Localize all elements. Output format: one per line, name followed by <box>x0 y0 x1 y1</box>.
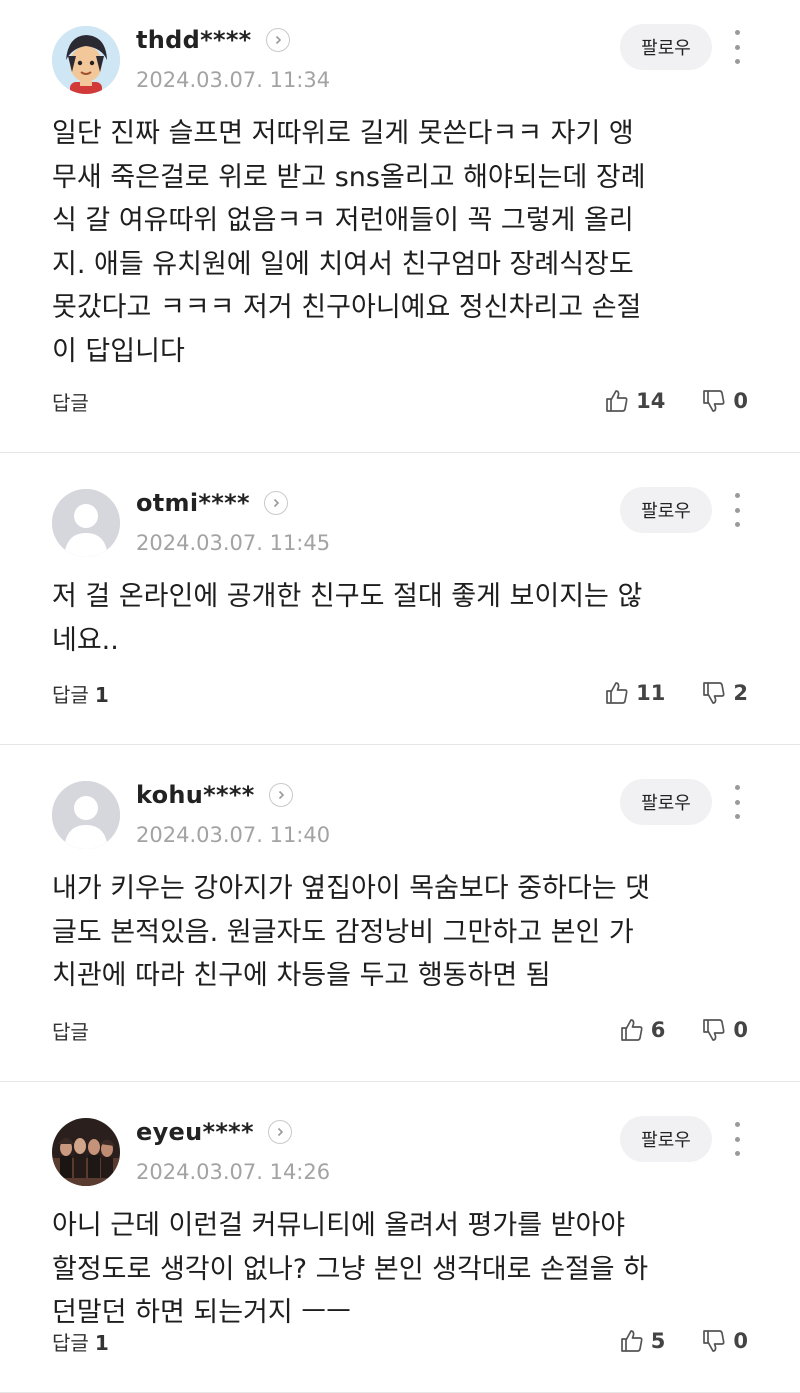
thumbs-up-icon <box>620 1330 643 1352</box>
comment-line: 못갔다고 ㅋㅋㅋ 저거 친구아니예요 정신차리고 손절 <box>52 292 642 323</box>
chevron-right-icon[interactable] <box>268 783 293 807</box>
like-button[interactable]: 5 <box>619 1328 666 1354</box>
like-count: 6 <box>650 1018 666 1042</box>
comment-text: 내가 키우는 강아지가 옆집아이 목숨보다 중하다는 댓 글도 본적있음. 원글… <box>52 867 748 998</box>
comment-date: 2024.03.07. 11:40 <box>136 823 331 847</box>
comment-item: eyeu**** 2024.03.07. 14:26 팔로우 아니 근데 이런걸… <box>0 1082 800 1393</box>
dislike-count: 0 <box>733 1018 748 1042</box>
default-avatar-icon <box>52 489 120 557</box>
comment-line: 식 갈 여유따위 없음ㅋㅋ 저런애들이 꼭 그렇게 올리 <box>52 205 634 236</box>
chevron-right-icon[interactable] <box>265 28 290 52</box>
follow-button[interactable]: 팔로우 <box>620 487 712 533</box>
thumbs-down-icon <box>703 682 725 704</box>
like-count: 14 <box>636 389 666 413</box>
band-photo-avatar-icon <box>52 1118 120 1186</box>
comment-date: 2024.03.07. 11:34 <box>136 68 331 92</box>
thumbs-up-icon <box>606 390 628 412</box>
like-button[interactable]: 11 <box>604 680 665 706</box>
comment-line: 무새 죽은걸로 위로 받고 sns올리고 해야되는데 장례 <box>52 161 646 193</box>
comment-text: 아니 근데 이런걸 커뮤니티에 올려서 평가를 받아야 할정도로 생각이 없나?… <box>52 1204 748 1335</box>
comment-line: 치관에 따라 친구에 차등을 두고 행동하면 됨 <box>52 960 551 991</box>
thumbs-down-icon <box>703 390 725 412</box>
comment-text: 일단 진짜 슬프면 저따위로 길게 못쓴다ㅋㅋ 자기 앵 무새 죽은걸로 위로 … <box>52 112 748 373</box>
dislike-button[interactable]: 0 <box>701 388 748 414</box>
more-options-icon[interactable] <box>730 30 744 64</box>
thumbs-down-icon <box>703 1330 725 1352</box>
username[interactable]: kohu**** <box>136 781 255 809</box>
follow-button[interactable]: 팔로우 <box>620 1116 712 1162</box>
reply-button[interactable]: 답글 <box>52 1016 95 1045</box>
reply-label: 답글 <box>52 682 89 707</box>
follow-button[interactable]: 팔로우 <box>620 779 712 825</box>
comment-item: otmi**** 2024.03.07. 11:45 팔로우 저 걸 온라인에 … <box>0 453 800 745</box>
thumbs-down-icon <box>703 1019 725 1041</box>
default-avatar-icon <box>52 781 120 849</box>
comment-text: 저 걸 온라인에 공개한 친구도 절대 좋게 보이지는 않 네요.. <box>52 575 748 662</box>
dislike-count: 0 <box>733 389 748 413</box>
comment-line: 네요.. <box>52 624 119 656</box>
username[interactable]: eyeu**** <box>136 1118 254 1146</box>
avatar[interactable] <box>52 781 120 849</box>
comment-line: 아니 근데 이런걸 커뮤니티에 올려서 평가를 받아야 <box>52 1210 626 1241</box>
reply-count: 1 <box>94 682 109 707</box>
reply-button[interactable]: 답글 1 <box>52 679 109 708</box>
avatar[interactable] <box>52 489 120 557</box>
dislike-button[interactable]: 0 <box>701 1328 748 1354</box>
chevron-right-icon[interactable] <box>267 1120 292 1144</box>
comment-line: 일단 진짜 슬프면 저따위로 길게 못쓴다ㅋㅋ 자기 앵 <box>52 118 634 149</box>
like-count: 11 <box>636 681 666 705</box>
comment-line: 지. 애들 유치원에 일에 치여서 친구엄마 장례식장도 <box>52 248 634 280</box>
like-button[interactable]: 14 <box>604 388 665 414</box>
thumbs-up-icon <box>620 1019 643 1041</box>
username[interactable]: thdd**** <box>136 26 252 54</box>
follow-button[interactable]: 팔로우 <box>620 24 712 70</box>
dislike-button[interactable]: 2 <box>701 680 748 706</box>
username[interactable]: otmi**** <box>136 489 250 517</box>
cartoon-avatar-icon <box>52 26 120 94</box>
comment-line: 내가 키우는 강아지가 옆집아이 목숨보다 중하다는 댓 <box>52 873 650 904</box>
dislike-count: 0 <box>733 1329 748 1353</box>
comment-line: 이 답입니다 <box>52 335 185 367</box>
avatar[interactable] <box>52 1118 120 1186</box>
reply-label: 답글 <box>52 1019 89 1044</box>
avatar[interactable] <box>52 26 120 94</box>
reply-count: 1 <box>94 1330 109 1355</box>
comment-date: 2024.03.07. 14:26 <box>136 1160 331 1184</box>
more-options-icon[interactable] <box>730 493 744 527</box>
dislike-button[interactable]: 0 <box>701 1017 748 1043</box>
reply-label: 답글 <box>52 390 89 415</box>
comment-line: 할정도로 생각이 없나? 그냥 본인 생각대로 손절을 하 <box>52 1253 649 1285</box>
reply-button[interactable]: 답글 1 <box>52 1327 109 1356</box>
comment-item: thdd**** 2024.03.07. 11:34 팔로우 일단 진짜 슬프면… <box>0 0 800 453</box>
reply-button[interactable]: 답글 <box>52 387 95 416</box>
comment-line: 저 걸 온라인에 공개한 친구도 절대 좋게 보이지는 않 <box>52 581 643 612</box>
like-count: 5 <box>650 1329 666 1353</box>
more-options-icon[interactable] <box>730 785 744 819</box>
reply-label: 답글 <box>52 1330 89 1355</box>
thumbs-up-icon <box>606 682 628 704</box>
chevron-right-icon[interactable] <box>263 491 288 515</box>
comment-line: 글도 본적있음. 원글자도 감정낭비 그만하고 본인 가 <box>52 916 634 948</box>
dislike-count: 2 <box>733 681 748 705</box>
like-button[interactable]: 6 <box>619 1017 666 1043</box>
comment-date: 2024.03.07. 11:45 <box>136 531 331 555</box>
more-options-icon[interactable] <box>730 1122 744 1156</box>
comment-item: kohu**** 2024.03.07. 11:40 팔로우 내가 키우는 강아… <box>0 745 800 1082</box>
